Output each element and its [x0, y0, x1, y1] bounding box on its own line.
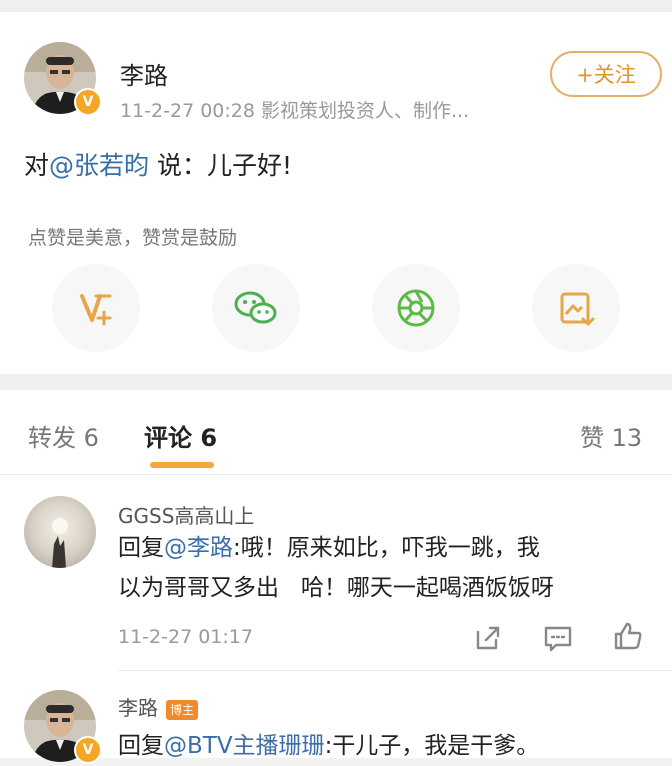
- comment-icon[interactable]: [542, 622, 574, 654]
- reward-hint: 点赞是美意，赞赏是鼓励: [28, 227, 238, 249]
- post-author-name[interactable]: 李路: [120, 56, 168, 91]
- section-gap: [0, 374, 672, 390]
- post-meta: 11-2-27 00:28 影视策划投资人、制作...: [120, 100, 470, 122]
- tab-like[interactable]: 赞 13: [580, 418, 642, 453]
- comments-section: 转发 6 评论 6 赞 13 GGSS高高山上 回复@李路:哦！原来如比，吓我一…: [0, 390, 672, 764]
- reward-v-icon: [80, 294, 112, 326]
- comment-text-line2: 以为哥哥又多出 哈！哪天一起喝酒饭饭呀: [118, 575, 554, 601]
- tab-repost[interactable]: 转发 6: [28, 418, 99, 453]
- post-mention-link[interactable]: @张若昀: [49, 151, 149, 180]
- verified-v-icon: V: [74, 736, 102, 764]
- tabs-divider: [0, 474, 672, 475]
- comment-text-line1: :干儿子，我是干爹。: [324, 733, 540, 759]
- comment-mention-link[interactable]: @李路: [164, 535, 233, 561]
- comment-author-label: 李路: [118, 696, 158, 720]
- like-icon[interactable]: [612, 620, 644, 652]
- reply-prefix: 回复: [118, 733, 164, 759]
- comment-mention-link[interactable]: @BTV主播珊珊: [164, 733, 325, 759]
- comment-timestamp: 11-2-27 01:17: [118, 626, 253, 648]
- share-icon[interactable]: [472, 622, 504, 654]
- post-text: 对@张若昀 说：儿子好!: [24, 146, 292, 182]
- comment-text-line1: :哦！原来如比，吓我一跳，我: [233, 535, 540, 561]
- save-image-icon: [560, 292, 595, 326]
- comment-author-name[interactable]: GGSS高高山上: [118, 500, 254, 529]
- post-text-suffix: 说：儿子好!: [149, 151, 293, 180]
- top-strip: [0, 0, 672, 12]
- moments-icon: [397, 289, 435, 327]
- wechat-share-button[interactable]: [212, 264, 300, 352]
- post-text-prefix: 对: [24, 151, 50, 180]
- tab-comment[interactable]: 评论 6: [144, 418, 217, 453]
- moments-share-button[interactable]: [372, 264, 460, 352]
- comment-text: 回复@BTV主播珊珊:干儿子，我是干爹。: [118, 726, 539, 766]
- reply-prefix: 回复: [118, 535, 164, 561]
- post-card: V 李路 11-2-27 00:28 影视策划投资人、制作... +关注 对@张…: [0, 12, 672, 374]
- active-tab-indicator: [150, 462, 214, 468]
- author-badge: 博主: [166, 699, 199, 720]
- comment-text: 回复@李路:哦！原来如比，吓我一跳，我 以为哥哥又多出 哈！哪天一起喝酒饭饭呀: [118, 528, 554, 608]
- verified-v-icon: V: [74, 88, 102, 116]
- wechat-icon: [234, 291, 277, 324]
- reward-button[interactable]: [52, 264, 140, 352]
- comment-divider: [118, 670, 672, 671]
- follow-button[interactable]: +关注: [550, 51, 662, 97]
- comment-avatar[interactable]: [24, 496, 96, 568]
- comment-author-name[interactable]: 李路 博主: [118, 692, 199, 721]
- save-image-button[interactable]: [532, 264, 620, 352]
